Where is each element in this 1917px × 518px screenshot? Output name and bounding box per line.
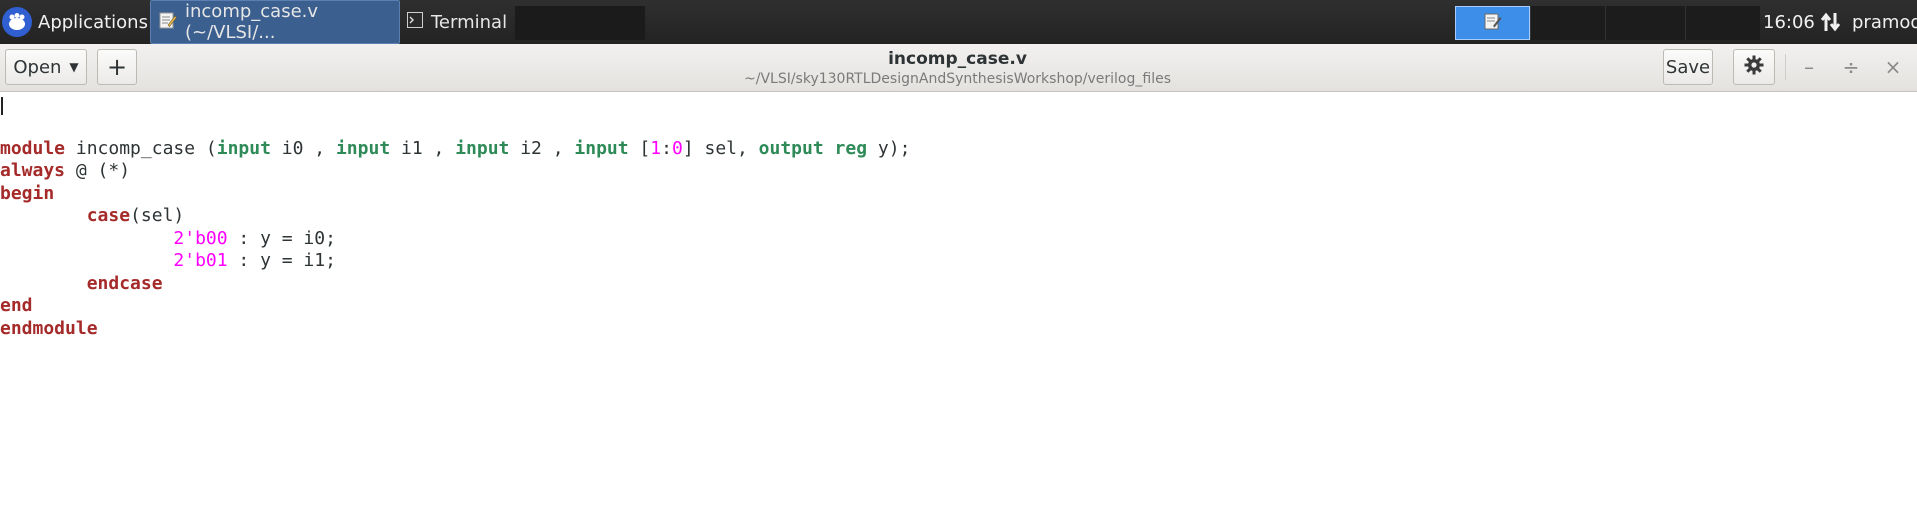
- code-type-keyword: input: [455, 137, 510, 159]
- code-text: : y = i1;: [227, 250, 336, 271]
- code-line[interactable]: case(sel): [0, 205, 910, 228]
- code-text: :: [661, 137, 672, 159]
- window-title-block: incomp_case.v ~/VLSI/sky130RTLDesignAndS…: [600, 48, 1315, 88]
- code-line[interactable]: begin: [0, 183, 910, 206]
- document-title: incomp_case.v: [888, 49, 1027, 69]
- code-number: 0: [671, 137, 683, 159]
- code-text: @ (*): [65, 160, 131, 181]
- save-button[interactable]: Save: [1663, 49, 1713, 85]
- applications-menu[interactable]: Applications: [0, 0, 148, 44]
- code-type-keyword: input: [216, 137, 271, 159]
- user-menu[interactable]: pramod: [1852, 0, 1917, 44]
- code-text: (sel): [130, 205, 185, 226]
- text-editor-icon: [159, 11, 177, 34]
- chevron-down-icon: ▼: [69, 60, 79, 74]
- save-button-label: Save: [1665, 56, 1711, 78]
- gear-icon: [1744, 55, 1764, 80]
- document-path: ~/VLSI/sky130RTLDesignAndSynthesisWorksh…: [744, 71, 1171, 87]
- code-line[interactable]: module incomp_case (input i0 , input i1 …: [0, 138, 910, 161]
- code-number: 2'b00: [173, 227, 228, 249]
- code-keyword: case: [86, 205, 131, 226]
- code-text: i1 ,: [390, 137, 456, 159]
- code-view[interactable]: module incomp_case (input i0 , input i1 …: [0, 115, 910, 340]
- code-keyword: endcase: [86, 272, 163, 294]
- code-text: ] sel,: [682, 137, 759, 159]
- header-separator: [1785, 54, 1786, 80]
- code-line[interactable]: 2'b00 : y = i0;: [0, 228, 910, 251]
- code-line[interactable]: 2'b01 : y = i1;: [0, 250, 910, 273]
- code-keyword: module: [0, 137, 66, 159]
- code-type-keyword: input: [335, 137, 391, 159]
- workspace-3-button[interactable]: [1605, 6, 1685, 40]
- text-cursor: [1, 97, 3, 115]
- workspace-2-button[interactable]: [1530, 6, 1605, 40]
- text-editor-icon: [1484, 12, 1502, 35]
- code-text: i2 ,: [509, 137, 575, 159]
- code-keyword: end: [0, 295, 33, 316]
- top-panel: Applications incomp_case.v (~/VLSI/... T…: [0, 0, 1917, 44]
- code-line[interactable]: endcase: [0, 273, 910, 296]
- minimize-button[interactable]: –: [1794, 52, 1824, 82]
- new-tab-button[interactable]: +: [97, 49, 137, 85]
- terminal-icon: [407, 11, 423, 33]
- header-bar: Open ▼ + incomp_case.v ~/VLSI/sky130RTLD…: [0, 44, 1917, 92]
- taskbar-empty-slot: [515, 6, 645, 40]
- code-type-keyword: reg: [834, 137, 868, 159]
- taskbar-item-editor[interactable]: incomp_case.v (~/VLSI/...: [150, 0, 400, 44]
- maximize-button[interactable]: ÷: [1836, 52, 1866, 82]
- code-text: y);: [867, 137, 911, 159]
- plus-icon: +: [106, 53, 128, 81]
- code-text: incomp_case (: [65, 137, 217, 159]
- taskbar-label: incomp_case.v (~/VLSI/...: [185, 1, 319, 43]
- code-line[interactable]: always @ (*): [0, 160, 910, 183]
- clock[interactable]: 16:06: [1763, 0, 1815, 44]
- workspace-1-button[interactable]: [1455, 6, 1530, 40]
- xfce-mouse-icon: [2, 7, 32, 37]
- code-text: i0 ,: [270, 137, 336, 159]
- taskbar-label: Terminal: [431, 11, 508, 33]
- code-type-keyword: input: [574, 137, 629, 159]
- applications-label: Applications: [38, 11, 148, 33]
- workspace-4-button[interactable]: [1685, 6, 1760, 40]
- code-number: 1: [650, 137, 662, 159]
- code-line[interactable]: [0, 115, 910, 138]
- close-button[interactable]: ×: [1878, 52, 1908, 82]
- open-button[interactable]: Open ▼: [5, 49, 87, 85]
- code-text: : y = i0;: [227, 227, 336, 249]
- code-line[interactable]: endmodule: [0, 318, 910, 341]
- network-transfer-icon[interactable]: [1820, 11, 1842, 33]
- text-editor-area[interactable]: module incomp_case (input i0 , input i1 …: [0, 93, 1917, 518]
- code-keyword: endmodule: [0, 317, 98, 339]
- code-keyword: always: [0, 160, 66, 181]
- code-keyword: begin: [0, 182, 55, 204]
- open-button-label: Open: [13, 56, 62, 78]
- code-type-keyword: output: [758, 137, 824, 159]
- code-line[interactable]: end: [0, 295, 910, 318]
- settings-menu-button[interactable]: [1733, 49, 1775, 85]
- code-text: [: [628, 137, 651, 159]
- code-number: 2'b01: [173, 250, 228, 271]
